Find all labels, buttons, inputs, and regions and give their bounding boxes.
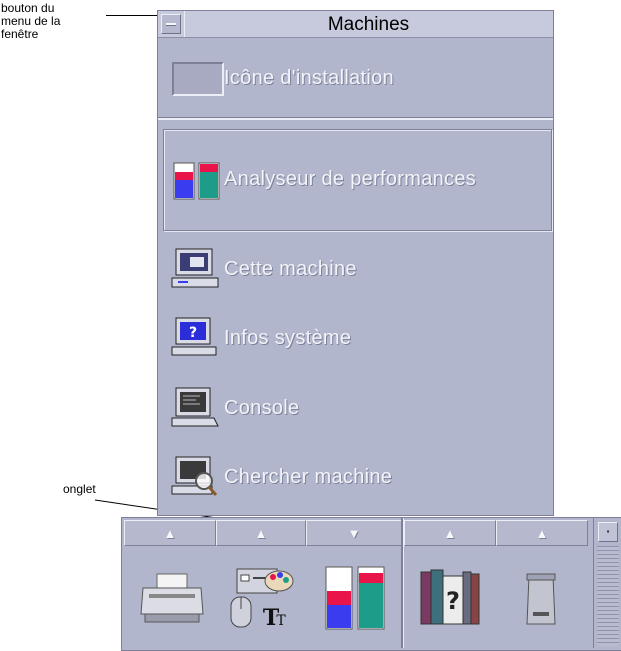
svg-text:?: ? bbox=[446, 587, 460, 615]
front-panel-handle[interactable]: ▪ bbox=[593, 518, 621, 648]
svg-text:T: T bbox=[276, 613, 286, 629]
svg-text:?: ? bbox=[189, 325, 197, 341]
front-panel: ▲ ▲ ▼ ▲ ▲ T T ? ▪ bbox=[121, 517, 621, 651]
style-manager-control[interactable]: T T bbox=[216, 548, 306, 648]
find-host-icon bbox=[170, 455, 224, 499]
install-drop-icon bbox=[170, 56, 224, 100]
subpanel-item-system-info[interactable]: ? Infos système bbox=[158, 313, 553, 363]
subpanel-item-console[interactable]: Console bbox=[158, 383, 553, 433]
system-info-icon: ? bbox=[170, 316, 224, 360]
find-host-label: Chercher machine bbox=[224, 465, 393, 488]
subpanel-arrow-style[interactable]: ▲ bbox=[216, 520, 306, 546]
subpanel-arrow-machines-tab[interactable]: ▼ bbox=[306, 520, 402, 546]
trash-can-icon bbox=[526, 573, 556, 625]
subpanel-item-find-host[interactable]: Chercher machine bbox=[158, 452, 553, 502]
install-icon-target[interactable]: Icône d'installation bbox=[158, 53, 553, 103]
style-manager-icon: T T bbox=[230, 568, 294, 631]
subpanel-item-performance-meter[interactable]: Analyseur de performances bbox=[158, 154, 553, 204]
help-manager-icon: ? bbox=[420, 569, 480, 625]
window-menu-button[interactable] bbox=[161, 14, 181, 34]
panel-drag-grip[interactable] bbox=[597, 546, 619, 646]
performance-meter-label: Analyseur de performances bbox=[224, 167, 477, 190]
printer-control[interactable] bbox=[132, 548, 212, 648]
performance-meter-icon bbox=[325, 566, 385, 630]
subpanel-arrow-row: ▲ ▲ ▼ ▲ ▲ bbox=[122, 518, 592, 546]
subpanel-arrow-trash[interactable]: ▲ bbox=[496, 520, 588, 546]
console-label: Console bbox=[224, 396, 300, 419]
help-manager-control[interactable]: ? bbox=[406, 548, 494, 648]
performance-meter-icon bbox=[170, 157, 224, 201]
trash-control[interactable] bbox=[496, 548, 586, 648]
install-icon-label: Icône d'installation bbox=[224, 66, 394, 89]
system-info-label: Infos système bbox=[224, 326, 352, 349]
minimize-panel-button[interactable]: ▪ bbox=[598, 522, 618, 542]
performance-meter-control[interactable] bbox=[308, 548, 400, 648]
install-divider bbox=[158, 117, 553, 120]
title-bar: Machines bbox=[158, 11, 553, 38]
workstation-icon bbox=[170, 247, 224, 291]
subpanel-item-this-machine[interactable]: Cette machine bbox=[158, 244, 553, 294]
this-machine-label: Cette machine bbox=[224, 257, 357, 280]
window-title: Machines bbox=[327, 14, 410, 35]
front-panel-separator bbox=[401, 518, 404, 648]
printer-icon bbox=[140, 573, 204, 623]
subpanel-arrow-printer[interactable]: ▲ bbox=[124, 520, 216, 546]
console-terminal-icon bbox=[170, 386, 224, 430]
machines-subpanel: Machines Icône d'installation Analyseur … bbox=[157, 10, 554, 516]
subpanel-arrow-help[interactable]: ▲ bbox=[404, 520, 496, 546]
